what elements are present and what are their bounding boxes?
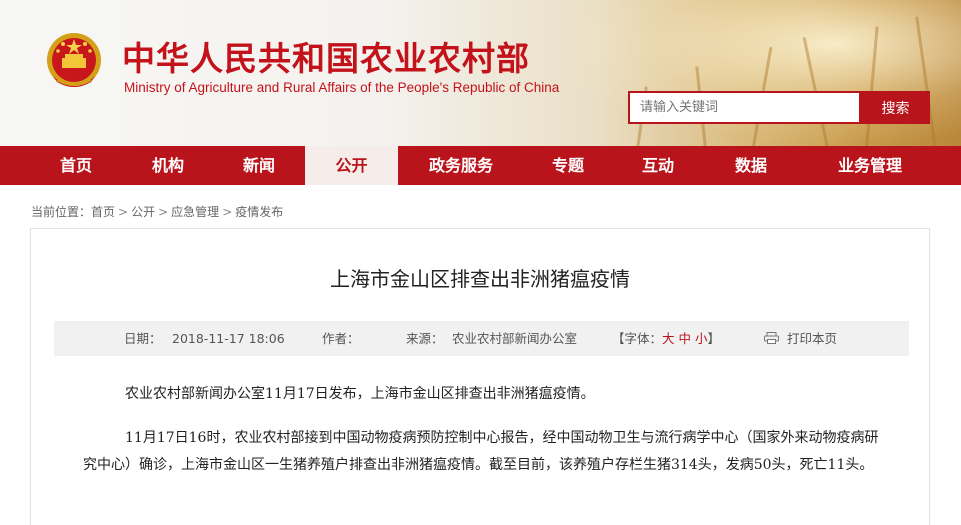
nav-item-institutions[interactable]: 机构 [140, 146, 196, 185]
font-size-large-link[interactable]: 大 [662, 331, 675, 346]
nav-item-home[interactable]: 首页 [50, 146, 102, 185]
article-meta-bar: 日期： 2018-11-17 18:06 作者： 来源： 农业农村部新闻办公室 … [54, 321, 909, 356]
breadcrumb-home[interactable]: 首页 [91, 205, 115, 219]
search-button[interactable]: 搜索 [861, 91, 930, 124]
nav-item-news[interactable]: 新闻 [230, 146, 288, 185]
article-body: 农业农村部新闻办公室11月17日发布，上海市金山区排查出非洲猪瘟疫情。 11月1… [83, 381, 883, 496]
breadcrumb-epidemic[interactable]: 疫情发布 [235, 205, 283, 219]
print-label: 打印本页 [787, 331, 838, 346]
breadcrumb-separator: > [222, 205, 233, 219]
font-size-small-link[interactable]: 小 [695, 331, 708, 346]
author-label: 作者： [322, 331, 360, 346]
nav-item-public[interactable]: 公开 [305, 146, 398, 185]
site-subtitle: Ministry of Agriculture and Rural Affair… [124, 80, 560, 95]
breadcrumb-prefix: 当前位置： [31, 205, 92, 219]
font-size-open: 【字体： [612, 331, 663, 346]
print-link[interactable]: 打印本页 [764, 321, 837, 356]
font-size-control: 【字体：大 中 小】 [612, 321, 720, 356]
breadcrumb-emergency[interactable]: 应急管理 [171, 205, 219, 219]
source-label: 来源： [406, 331, 444, 346]
date-value: 2018-11-17 18:06 [172, 331, 285, 346]
breadcrumb-separator: > [118, 205, 129, 219]
breadcrumb-separator: > [158, 205, 169, 219]
national-emblem-icon [43, 30, 105, 96]
article-paragraph: 农业农村部新闻办公室11月17日发布，上海市金山区排查出非洲猪瘟疫情。 [125, 386, 595, 402]
font-size-close: 】 [707, 331, 721, 346]
wheat-background [541, 0, 961, 146]
article-paragraph: 11月17日16时，农业农村部接到中国动物疫病预防控制中心报告，经中国动物卫生与… [83, 430, 879, 473]
font-size-medium-link[interactable]: 中 [679, 331, 692, 346]
site-title: 中华人民共和国农业农村部 [122, 39, 530, 78]
nav-item-data[interactable]: 数据 [723, 146, 779, 185]
article-title: 上海市金山区排查出非洲猪瘟疫情 [330, 267, 630, 291]
nav-item-interaction[interactable]: 互动 [630, 146, 686, 185]
date-label: 日期： [124, 331, 162, 346]
nav-item-business-management[interactable]: 业务管理 [826, 146, 914, 185]
breadcrumb: 当前位置：首页 > 公开 > 应急管理 > 疫情发布 [31, 203, 283, 220]
nav-item-topics[interactable]: 专题 [540, 146, 596, 185]
breadcrumb-public[interactable]: 公开 [131, 205, 155, 219]
search-input[interactable] [628, 91, 861, 124]
nav-item-government-services[interactable]: 政务服务 [418, 146, 504, 185]
site-header: 中华人民共和国农业农村部 Ministry of Agriculture and… [0, 0, 961, 146]
printer-icon [764, 332, 779, 344]
article-panel: 上海市金山区排查出非洲猪瘟疫情 日期： 2018-11-17 18:06 作者：… [30, 228, 930, 525]
source-value: 农业农村部新闻办公室 [452, 331, 578, 346]
